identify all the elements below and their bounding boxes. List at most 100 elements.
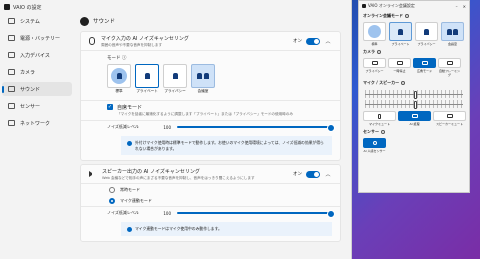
mic-mute-button[interactable]: マイクミュート [363, 111, 396, 126]
app-icon [362, 4, 366, 8]
mode-tile-conference[interactable]: 会議室 [191, 64, 215, 94]
camera-pause-button[interactable]: 一時停止 [388, 58, 411, 77]
ai-presence-sensor-button[interactable]: AI 人感センサー [363, 138, 386, 153]
mode-tile-privacy[interactable]: プライバシー [163, 64, 187, 94]
online-meeting-panel: VAIO オンライン会議設定 – ✕ オンライン会議モード 標準 プライベート … [358, 0, 470, 193]
radio-label: マイク連動モード [120, 197, 152, 203]
sidebar-item-system[interactable]: システム [2, 14, 72, 28]
mic-noise-toggle[interactable] [306, 37, 320, 45]
mic-noise-cancel-card: マイク入力の AI ノイズキャンセリング 周囲の音声や不要な音声を抑制します オ… [80, 31, 341, 161]
privacy-mode-icon [415, 22, 438, 41]
mic-level-slider[interactable] [365, 90, 463, 99]
network-icon [8, 120, 15, 126]
conference-mode-icon [191, 64, 215, 88]
mode-tile-private[interactable]: プライベート [135, 64, 159, 94]
slider-knob[interactable] [414, 91, 417, 99]
sidebar-item-label: システム [20, 18, 40, 25]
panel-mode-standard[interactable]: 標準 [363, 22, 386, 46]
button-label: 一時停止 [393, 69, 406, 73]
radio-label: 常時モード [120, 186, 140, 192]
chevron-up-icon[interactable]: ︿ [324, 171, 332, 178]
standard-mode-icon [363, 22, 386, 41]
radio-button[interactable] [109, 186, 115, 193]
tile-label: 会議室 [447, 42, 457, 46]
microphone-icon [89, 37, 95, 45]
camera-wide-button[interactable]: 広角モード [413, 58, 436, 77]
speaker-noise-toggle[interactable] [306, 170, 320, 178]
close-icon[interactable]: ✕ [463, 4, 466, 9]
ai-processing-button[interactable]: AI 処理 [398, 111, 431, 126]
speaker-mute-button[interactable]: スピーカーミュート [433, 111, 466, 126]
slider-value: 100 [163, 124, 171, 130]
sidebar-item-power[interactable]: 電源・バッテリー [2, 31, 72, 45]
info-icon [127, 227, 132, 232]
sidebar-item-sensor[interactable]: センサー [2, 99, 72, 113]
button-label: スピーカーミュート [435, 122, 463, 126]
sidebar-item-sound[interactable]: サウンド [2, 82, 72, 96]
keyboard-icon [8, 52, 15, 58]
gear-icon[interactable] [381, 130, 385, 134]
sidebar-item-network[interactable]: ネットワーク [2, 116, 72, 130]
mic-noise-slider[interactable] [177, 123, 335, 132]
speaker-noise-slider[interactable] [177, 209, 335, 218]
speaker-icon [80, 16, 89, 26]
mic-card-header[interactable]: マイク入力の AI ノイズキャンセリング 周囲の音声や不要な音声を抑制します オ… [81, 32, 340, 50]
presence-sensor-icon [363, 138, 386, 148]
sensor-icon [8, 103, 15, 109]
section-label: センサー [363, 129, 379, 134]
speaker-card-title: スピーカー出力の AI ノイズキャンセリング [102, 168, 200, 175]
mode-tile-label: 標準 [115, 89, 123, 93]
section-label: オンライン会議モード [363, 13, 403, 18]
self-seat-checkbox[interactable]: ✓ [107, 104, 113, 110]
sidebar-item-label: センサー [20, 103, 41, 110]
self-seat-mode-row[interactable]: ✓ 自席モード 「マイクを話者に最適化するように調整します「プライベート」または… [81, 101, 340, 120]
speaker-level-slider[interactable] [365, 100, 463, 109]
checkbox-desc: 「マイクを話者に最適化するように調整します「プライベート」または「プライバシー」… [117, 112, 293, 116]
mic-card-subtitle: 周囲の音声や不要な音声を抑制します [101, 42, 163, 47]
content-area: サウンド マイク入力の AI ノイズキャンセリング 周囲の音声や不要な音声を抑制… [80, 14, 341, 259]
settings-window: VAIO の設定 システム 電源・バッテリー 入力デバイス カメラ サウンド セ… [0, 0, 352, 259]
button-label: AI 処理 [409, 122, 420, 126]
speaker-icon [89, 171, 96, 177]
radio-mic-linked-mode[interactable]: マイク連動モード [81, 195, 340, 206]
panel-title-bar: VAIO オンライン会議設定 – ✕ [359, 1, 469, 11]
mode-tile-standard[interactable]: 標準 [107, 64, 131, 94]
gear-icon[interactable] [401, 81, 406, 85]
wide-angle-icon [413, 58, 436, 68]
conference-mode-icon [441, 22, 464, 41]
panel-mode-private[interactable]: プライベート [389, 22, 412, 46]
slider-knob[interactable] [414, 101, 417, 109]
panel-title: VAIO オンライン会議設定 [368, 3, 415, 8]
info-icon [127, 141, 132, 146]
mic-card-title: マイク入力の AI ノイズキャンセリング [101, 35, 189, 42]
window-title: VAIO の設定 [13, 4, 42, 11]
camera-section: カメラ [359, 47, 469, 57]
radio-button[interactable] [109, 197, 115, 204]
speaker-card-header[interactable]: スピーカー出力の AI ノイズキャンセリング Web 会議などで相手の声にまざる… [81, 165, 340, 183]
panel-mode-privacy[interactable]: プライバシー [415, 22, 438, 46]
radio-always-mode[interactable]: 常時モード [81, 184, 340, 195]
camera-privacy-button[interactable]: プライバシー [363, 58, 386, 77]
speaker-info-box: マイク連動モードはマイク使用中のみ動作します。 [121, 222, 332, 236]
minimize-icon[interactable]: – [456, 4, 458, 9]
camera-autoframe-button[interactable]: 自動フレーミング [438, 58, 461, 77]
panel-mode-conference[interactable]: 会議室 [441, 22, 464, 46]
tile-label: プライベート [391, 42, 410, 46]
sidebar-item-label: カメラ [20, 69, 36, 76]
gear-icon[interactable] [377, 50, 381, 54]
tile-label: 標準 [371, 42, 378, 46]
section-label: マイク / スピーカー [363, 80, 400, 85]
sidebar-item-input[interactable]: 入力デバイス [2, 48, 72, 62]
sidebar-item-camera[interactable]: カメラ [2, 65, 72, 79]
speaker-icon [8, 86, 15, 92]
gear-icon[interactable] [405, 14, 409, 18]
chevron-up-icon[interactable]: ︿ [324, 38, 332, 45]
mode-tile-label: プライベート [136, 89, 158, 93]
pause-icon [388, 58, 411, 68]
speaker-card-subtitle: Web 会議などで相手の声にまざる不要な音声を抑制し、音声をはっきり聞こえるよう… [102, 175, 255, 180]
mic-mode-block: モード ⓘ 標準 プライベート プライバシー 会議室 [81, 51, 340, 100]
speaker-info-text: マイク連動モードはマイク使用中のみ動作します。 [135, 226, 222, 231]
speaker-mute-icon [433, 111, 466, 121]
sidebar-item-label: サウンド [20, 86, 41, 93]
private-mode-icon [135, 64, 159, 88]
